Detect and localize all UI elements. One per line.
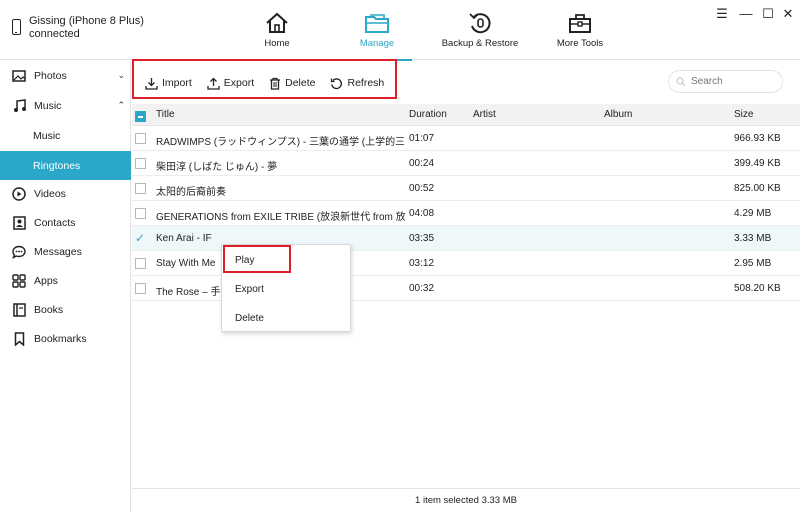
column-album[interactable]: Album: [604, 109, 632, 120]
row-checkbox[interactable]: [135, 183, 146, 194]
messages-icon: [12, 245, 26, 259]
row-duration: 03:35: [409, 233, 435, 244]
context-menu-delete[interactable]: Delete: [222, 304, 350, 333]
nav-backup-restore-label: Backup & Restore: [441, 38, 519, 49]
nav-home[interactable]: Home: [262, 0, 292, 60]
row-duration: 03:12: [409, 258, 435, 269]
sidebar-item-label: Music: [33, 129, 61, 142]
row-checkbox[interactable]: [135, 208, 146, 219]
row-checkbox[interactable]: [135, 158, 146, 169]
row-title: 柴田淳 (しばた じゅん) - 夢: [156, 162, 278, 173]
maximize-icon[interactable]: ☐: [760, 6, 776, 22]
sidebar: Photos ⌄ Music ⌃ Music Ringtones Videos …: [0, 61, 131, 512]
sidebar-item-label: Videos: [34, 187, 66, 200]
row-title: Ken Arai - IF: [156, 233, 212, 244]
row-size: 399.49 KB: [734, 158, 781, 169]
row-duration: 04:08: [409, 208, 435, 219]
status-bar: 1 item selected 3.33 MB: [132, 488, 800, 512]
row-size: 4.29 MB: [734, 208, 772, 219]
backup-restore-icon: [469, 13, 491, 34]
menu-icon[interactable]: ☰: [714, 6, 730, 22]
table-row[interactable]: 太阳的后裔前奏 00:52 825.00 KB: [132, 176, 800, 201]
play-highlight-box: [223, 245, 291, 273]
top-bar: Gissing (iPhone 8 Plus) connected Home M…: [0, 0, 800, 61]
row-size: 825.00 KB: [734, 183, 781, 194]
sidebar-item-label: Apps: [34, 274, 58, 287]
sidebar-item-ringtones[interactable]: Ringtones: [0, 151, 131, 180]
row-title: 太阳的后裔前奏: [156, 187, 226, 198]
column-title[interactable]: Title: [156, 109, 175, 120]
status-text: 1 item selected 3.33 MB: [415, 495, 517, 506]
row-title: RADWIMPS (ラッドウィンプス) - 三葉の通学 (上学的三叶): [156, 137, 404, 148]
sidebar-item-label: Photos: [34, 69, 67, 82]
sidebar-item-music[interactable]: Music ⌃: [0, 91, 131, 120]
sidebar-item-apps[interactable]: Apps: [0, 266, 131, 295]
nav-manage-label: Manage: [359, 38, 395, 49]
sidebar-item-label: Bookmarks: [34, 332, 87, 345]
bookmarks-icon: [12, 331, 26, 346]
table-row[interactable]: GENERATIONS from EXILE TRIBE (放浪新世代 from…: [132, 201, 800, 226]
row-size: 508.20 KB: [734, 283, 781, 294]
table-row[interactable]: RADWIMPS (ラッドウィンプス) - 三葉の通学 (上学的三叶) 01:0…: [132, 126, 800, 151]
context-menu-export[interactable]: Export: [222, 275, 350, 304]
row-checkbox[interactable]: [135, 258, 146, 269]
column-artist[interactable]: Artist: [473, 109, 496, 120]
nav-more-tools-label: More Tools: [556, 38, 604, 49]
iphone-icon: [12, 19, 21, 35]
close-icon[interactable]: ✕: [780, 6, 796, 22]
nav-manage[interactable]: Manage: [342, 0, 412, 61]
sidebar-item-label: Books: [34, 303, 64, 316]
search-input[interactable]: [691, 76, 771, 87]
sidebar-item-messages[interactable]: Messages: [0, 237, 131, 266]
videos-icon: [12, 186, 26, 201]
sidebar-item-books[interactable]: Books: [0, 295, 131, 324]
chevron-down-icon[interactable]: ⌄: [117, 70, 125, 81]
column-size[interactable]: Size: [734, 109, 753, 120]
row-checkbox-checked[interactable]: ✓: [135, 232, 146, 244]
music-icon: [12, 98, 26, 113]
sidebar-item-photos[interactable]: Photos ⌄: [0, 61, 131, 90]
row-duration: 00:52: [409, 183, 435, 194]
home-icon: [266, 12, 288, 33]
row-duration: 01:07: [409, 133, 435, 144]
books-icon: [12, 302, 26, 317]
nav-home-label: Home: [264, 38, 290, 49]
sidebar-item-videos[interactable]: Videos: [0, 179, 131, 208]
row-title: GENERATIONS from EXILE TRIBE (放浪新世代 from…: [156, 212, 406, 223]
contacts-icon: [12, 215, 26, 230]
toolbar-highlight-box: [132, 59, 397, 99]
row-checkbox[interactable]: [135, 133, 146, 144]
folder-icon: [365, 14, 389, 33]
nav-backup-restore[interactable]: Backup & Restore: [442, 0, 518, 60]
row-size: 3.33 MB: [734, 233, 772, 244]
chevron-up-icon[interactable]: ⌃: [117, 100, 125, 111]
row-duration: 00:24: [409, 158, 435, 169]
search-box[interactable]: [668, 70, 783, 93]
search-icon: [676, 76, 686, 86]
device-name: Gissing (iPhone 8 Plus): [29, 15, 144, 27]
device-status: connected: [29, 28, 80, 40]
table-header: Title Duration Artist Album Size: [132, 104, 800, 126]
column-duration[interactable]: Duration: [409, 109, 447, 120]
sidebar-item-bookmarks[interactable]: Bookmarks: [0, 324, 131, 353]
minimize-icon[interactable]: —: [738, 6, 754, 21]
row-checkbox[interactable]: [135, 283, 146, 294]
select-all-checkbox[interactable]: [135, 111, 146, 122]
sidebar-item-label: Ringtones: [33, 159, 81, 172]
row-size: 966.93 KB: [734, 133, 781, 144]
sidebar-item-contacts[interactable]: Contacts: [0, 208, 131, 237]
device-info: Gissing (iPhone 8 Plus) connected: [12, 15, 144, 41]
table-row[interactable]: 柴田淳 (しばた じゅん) - 夢 00:24 399.49 KB: [132, 151, 800, 176]
nav-more-tools[interactable]: More Tools: [556, 0, 604, 60]
sidebar-item-music-sub[interactable]: Music: [0, 121, 131, 150]
sidebar-item-label: Music: [34, 99, 62, 112]
sidebar-item-label: Messages: [34, 245, 82, 258]
toolbox-icon: [569, 14, 591, 33]
sidebar-item-label: Contacts: [34, 216, 76, 229]
photos-icon: [12, 69, 26, 83]
row-duration: 00:32: [409, 283, 435, 294]
row-size: 2.95 MB: [734, 258, 772, 269]
apps-icon: [12, 273, 26, 288]
